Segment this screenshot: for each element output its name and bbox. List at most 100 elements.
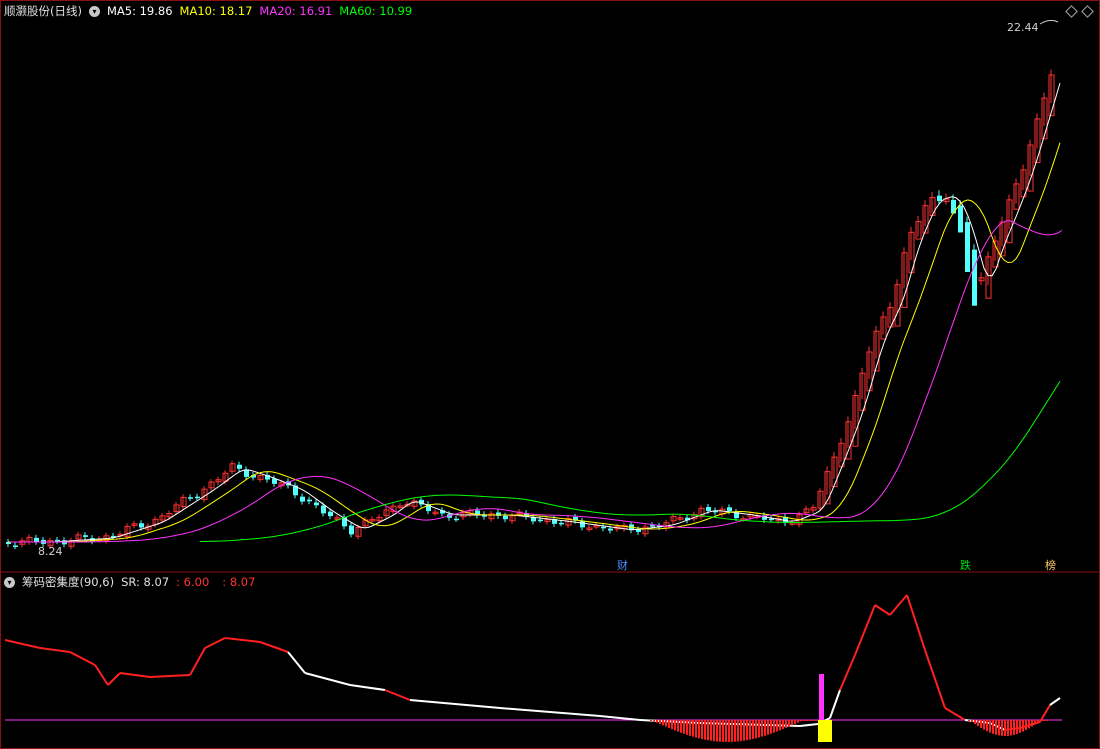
density-line — [1039, 704, 1051, 723]
density-bar — [791, 720, 793, 726]
candle-down — [454, 518, 459, 521]
density-bar — [713, 720, 715, 742]
density-bar — [707, 720, 709, 741]
value1-label: : 6.00 — [176, 575, 210, 589]
ma20-label: MA20: 16.91 — [259, 4, 333, 18]
density-bar — [785, 720, 787, 728]
density-bar — [818, 720, 832, 742]
collapse-icon[interactable]: ▾ — [88, 5, 100, 17]
ma5-label: MA5: 19.86 — [106, 4, 173, 18]
sr-label: SR: 8.07 — [121, 575, 170, 589]
density-bar — [788, 720, 790, 727]
density-line — [94, 664, 109, 686]
finance-marker[interactable]: 财 — [617, 557, 628, 573]
density-bar — [692, 720, 694, 737]
candle-down — [503, 515, 508, 520]
density-bar — [977, 720, 979, 727]
density-line — [107, 672, 121, 686]
density-bar — [755, 720, 757, 739]
density-bar — [737, 720, 739, 742]
collapse-icon[interactable]: ▾ — [4, 576, 15, 588]
density-line — [499, 707, 601, 717]
density-bar — [701, 720, 703, 740]
density-bar — [809, 720, 811, 721]
candle-down — [349, 525, 354, 535]
value2-label: : 8.07 — [222, 575, 256, 589]
density-bar — [968, 720, 970, 721]
density-bar — [1043, 720, 1045, 721]
density-bar — [743, 720, 745, 741]
max-price-label: 22.44 — [1007, 21, 1039, 34]
ma10-line — [8, 142, 1061, 543]
drop-marker[interactable]: 跌 — [960, 557, 971, 573]
candle-down — [195, 496, 200, 499]
density-line — [204, 637, 226, 649]
density-bar — [992, 720, 994, 734]
candle-down — [972, 249, 977, 306]
density-line — [189, 647, 206, 676]
density-bar — [1001, 720, 1003, 736]
density-line — [799, 723, 819, 727]
density-line — [599, 715, 641, 721]
density-line — [304, 672, 351, 686]
density-bar — [1034, 720, 1036, 725]
density-bar — [986, 720, 988, 732]
candle-down — [13, 545, 18, 547]
density-bar — [1037, 720, 1039, 723]
density-bar — [689, 720, 691, 736]
density-bar — [1040, 720, 1042, 721]
density-line — [119, 672, 151, 678]
candle-down — [937, 195, 942, 201]
candle-down — [727, 507, 732, 512]
density-bar — [659, 720, 661, 725]
max-price-pointer — [1039, 19, 1059, 25]
density-bar — [1007, 720, 1009, 736]
density-bar — [695, 720, 697, 738]
density-bar — [974, 720, 976, 725]
density-bar — [656, 720, 658, 723]
density-bar — [653, 720, 655, 722]
density-line — [874, 604, 891, 616]
density-bar — [794, 720, 796, 724]
density-bar — [1013, 720, 1015, 735]
density-bar — [671, 720, 673, 730]
density-bar — [704, 720, 706, 740]
density-bar — [989, 720, 991, 733]
density-bar — [797, 720, 799, 723]
density-bar — [683, 720, 685, 734]
candle-down — [83, 535, 88, 537]
density-bar — [677, 720, 679, 732]
stock-chart[interactable] — [0, 0, 1100, 749]
density-bar — [770, 720, 772, 734]
density-line — [889, 594, 908, 616]
candle-down — [965, 222, 970, 272]
density-line — [39, 647, 71, 653]
ma60-label: MA60: 10.99 — [339, 4, 413, 18]
density-bar — [806, 720, 808, 721]
candle-down — [769, 518, 774, 521]
density-bar — [650, 720, 652, 721]
rank-marker[interactable]: 榜 — [1045, 557, 1056, 573]
density-line — [287, 651, 306, 674]
density-bar — [1046, 720, 1048, 721]
density-line — [1049, 697, 1061, 706]
density-bar — [1004, 720, 1006, 736]
candle-down — [559, 522, 564, 525]
density-bar — [749, 720, 751, 740]
candle-down — [307, 499, 312, 502]
density-bar — [761, 720, 763, 737]
density-bar — [1010, 720, 1012, 736]
density-bar — [758, 720, 760, 738]
density-bar — [776, 720, 778, 732]
density-line — [4, 639, 41, 649]
candle-down — [601, 526, 606, 529]
main-panel-header: 顺灏股份(日线) ▾ MA5: 19.86 MA10: 18.17 MA20: … — [4, 3, 419, 19]
density-bar — [728, 720, 730, 742]
candle-down — [650, 525, 655, 527]
density-bar — [1028, 720, 1030, 729]
candle-down — [538, 519, 543, 522]
indicator-title: 筹码密集度(90,6) — [22, 575, 115, 589]
candle-down — [636, 529, 641, 532]
density-line — [69, 651, 96, 666]
candle-down — [706, 507, 711, 511]
